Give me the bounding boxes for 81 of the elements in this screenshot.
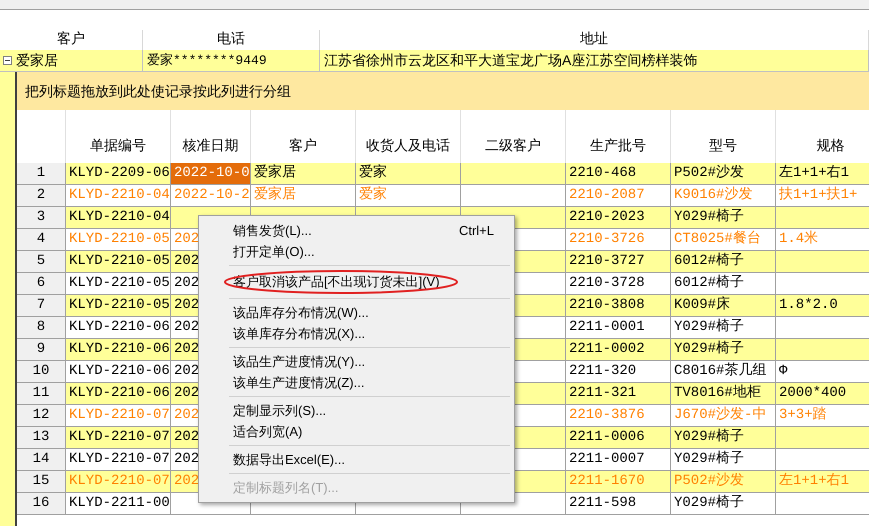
table-cell: K9016#沙发 <box>671 185 776 206</box>
row-number: 9 <box>17 339 66 360</box>
table-cell: Φ <box>776 361 869 382</box>
table-cell: KLYD-2210-04 <box>66 207 171 228</box>
row-number: 5 <box>17 251 66 272</box>
table-cell: KLYD-2210-06 <box>66 317 171 338</box>
table-cell: TV8016#地柜 <box>671 383 776 404</box>
table-cell: 扶1+1+扶1+ <box>776 185 869 206</box>
table-cell: 2210-2023 <box>566 207 671 228</box>
row-number: 15 <box>17 471 66 492</box>
table-cell: J670#沙发-中 <box>671 405 776 426</box>
table-cell: 2210-3876 <box>566 405 671 426</box>
table-cell: 爱家 <box>356 185 461 206</box>
table-cell-text: 江苏省徐州市云龙区和平大道宝龙广场A座江苏空间榜样装饰 <box>324 51 698 70</box>
table-cell: P502#沙发 <box>671 471 776 492</box>
table-cell: C8016#茶几组 <box>671 361 776 382</box>
table-cell: 左1+1+右1 <box>776 163 869 184</box>
table-cell: 2210-3726 <box>566 229 671 250</box>
table-cell: 2211-321 <box>566 383 671 404</box>
table-cell: KLYD-2210-06 <box>66 361 171 382</box>
table-cell: K009#床 <box>671 295 776 316</box>
group-hint: 把列标题拖放到此处使记录按此列进行分组 <box>25 82 291 100</box>
table-cell: Y029#椅子 <box>671 317 776 338</box>
row-number: 2 <box>17 185 66 206</box>
table-cell: 2211-0007 <box>566 449 671 470</box>
row-number: 10 <box>17 361 66 382</box>
table-cell: 6012#椅子 <box>671 251 776 272</box>
table-cell: 爱家 <box>356 163 461 184</box>
table-cell: 2211-0002 <box>566 339 671 360</box>
row-number: 13 <box>17 427 66 448</box>
row-number: 4 <box>17 229 66 250</box>
table-cell: KLYD-2210-07 <box>66 405 171 426</box>
table-cell: 2211-1670 <box>566 471 671 492</box>
table-cell: 2211-0006 <box>566 427 671 448</box>
table-cell: 1.4米 <box>776 229 869 250</box>
table-cell: Y029#椅子 <box>671 339 776 360</box>
table-cell: KLYD-2210-05 <box>66 251 171 272</box>
row-number: 16 <box>17 493 66 514</box>
table-cell: KLYD-2210-06 <box>66 383 171 404</box>
table-cell: 2000*400 <box>776 383 869 404</box>
row-number: 3 <box>17 207 66 228</box>
row-number: 7 <box>17 295 66 316</box>
table-cell: Y029#椅子 <box>671 427 776 448</box>
table-cell: KLYD-2210-07 <box>66 471 171 492</box>
table-cell: 爱家居 <box>251 185 356 206</box>
table-cell: CT8025#餐台 <box>671 229 776 250</box>
table-cell: KLYD-2211-00 <box>66 493 171 514</box>
table-cell: Y029#椅子 <box>671 207 776 228</box>
row-number: 11 <box>17 383 66 404</box>
table-cell: P502#沙发 <box>671 163 776 184</box>
table-cell: KLYD-2210-07 <box>66 449 171 470</box>
table-cell: 2022-10-0 <box>171 163 251 184</box>
table-cell: 1.8*2.0 <box>776 295 869 316</box>
table-cell: 爱家居 <box>251 163 356 184</box>
table-cell: 2211-0001 <box>566 317 671 338</box>
table-cell: 2211-598 <box>566 493 671 514</box>
table-cell: 2210-3808 <box>566 295 671 316</box>
table-cell: 2022-10-2 <box>171 185 251 206</box>
table-cell: 2210-468 <box>566 163 671 184</box>
table-cell-text: 爱家********9449 <box>147 52 267 70</box>
table-cell: KLYD-2210-05 <box>66 273 171 294</box>
table-cell: KLYD-2210-05 <box>66 295 171 316</box>
table-cell: KLYD-2210-07 <box>66 427 171 448</box>
table-cell: Y029#椅子 <box>671 449 776 470</box>
row-number: 12 <box>17 405 66 426</box>
table-cell-text: 爱家居 <box>16 51 58 70</box>
row-number: 8 <box>17 317 66 338</box>
table-cell: 6012#椅子 <box>671 273 776 294</box>
table-cell: KLYD-2210-06 <box>66 339 171 360</box>
table-cell: 2211-320 <box>566 361 671 382</box>
table-cell: 2210-3728 <box>566 273 671 294</box>
row-number: 1 <box>17 163 66 184</box>
table-cell: 3+3+踏 <box>776 405 869 426</box>
table-cell: KLYD-2210-04 <box>66 185 171 206</box>
table-cell: Y029#椅子 <box>671 493 776 514</box>
row-number: 6 <box>17 273 66 294</box>
table-cell: KLYD-2210-05 <box>66 229 171 250</box>
row-number: 14 <box>17 449 66 470</box>
table-cell: 2210-2087 <box>566 185 671 206</box>
table-cell: 左1+1+右1 <box>776 471 869 492</box>
table-cell: 2210-3727 <box>566 251 671 272</box>
